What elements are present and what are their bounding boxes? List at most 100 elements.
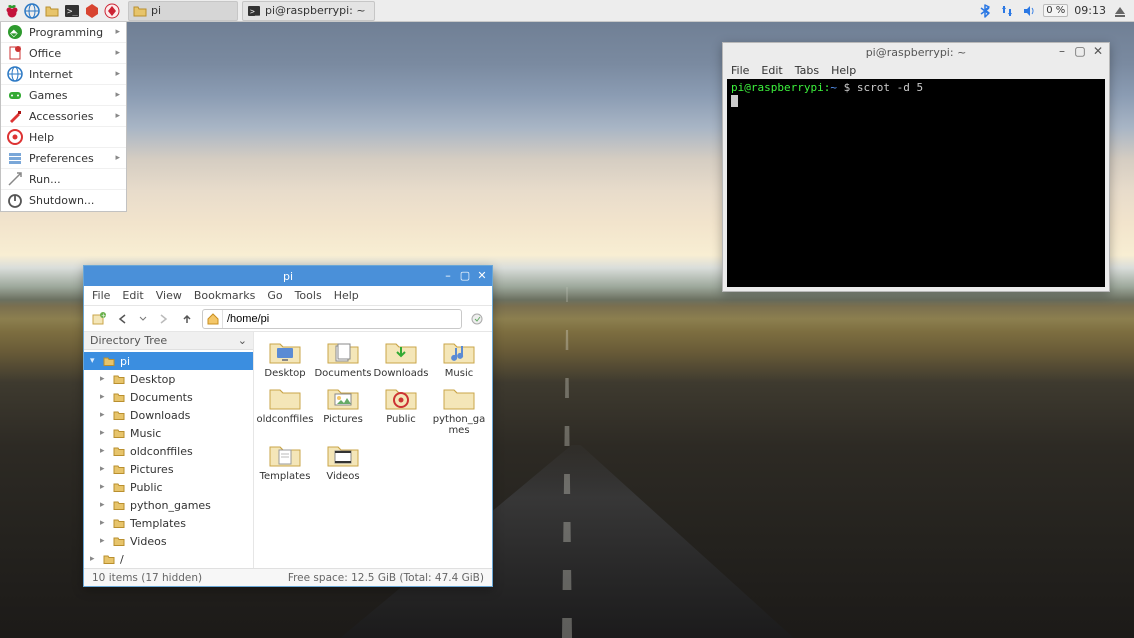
menu-item-office[interactable]: Office ▸ bbox=[1, 43, 126, 64]
folder-icon bbox=[112, 408, 126, 422]
folder-icon bbox=[112, 372, 126, 386]
folder-icon bbox=[441, 338, 477, 366]
expand-icon[interactable]: ▸ bbox=[100, 518, 108, 528]
menu-file[interactable]: File bbox=[731, 64, 749, 77]
tree-header[interactable]: Directory Tree ⌄ bbox=[84, 332, 253, 350]
menu-bookmarks[interactable]: Bookmarks bbox=[194, 289, 255, 302]
folder-pictures[interactable]: Pictures bbox=[314, 384, 372, 437]
menu-item-games[interactable]: Games ▸ bbox=[1, 85, 126, 106]
taskbar-item-terminal[interactable]: >_ pi@raspberrypi: ~ bbox=[242, 1, 375, 21]
maximize-button[interactable]: ▢ bbox=[458, 268, 472, 282]
top-panel: >_ pi >_ pi@raspberrypi: ~ 0 % 09:13 bbox=[0, 0, 1134, 22]
cpu-usage[interactable]: 0 % bbox=[1043, 4, 1068, 17]
expand-icon[interactable]: ▸ bbox=[100, 500, 108, 510]
raspberry-menu-icon[interactable] bbox=[3, 2, 21, 20]
tree-item-videos[interactable]: ▸Videos bbox=[84, 532, 253, 550]
menu-view[interactable]: View bbox=[156, 289, 182, 302]
home-button[interactable] bbox=[203, 310, 223, 328]
office-icon bbox=[7, 45, 23, 61]
expand-icon[interactable]: ▸ bbox=[90, 554, 98, 564]
terminal-window: pi@raspberrypi: ~ – ▢ ✕ File Edit Tabs Help… bbox=[722, 42, 1110, 292]
tree-item-music[interactable]: ▸Music bbox=[84, 424, 253, 442]
folder-documents[interactable]: Documents bbox=[314, 338, 372, 380]
terminal-icon: >_ bbox=[247, 4, 261, 18]
web-browser-icon[interactable] bbox=[23, 2, 41, 20]
clock[interactable]: 09:13 bbox=[1074, 4, 1106, 17]
terminal-output[interactable]: pi@raspberrypi:~ $ scrot -d 5 bbox=[727, 79, 1105, 287]
menu-help[interactable]: Help bbox=[334, 289, 359, 302]
tree-item-pi[interactable]: ▾pi bbox=[84, 352, 253, 370]
menu-edit[interactable]: Edit bbox=[761, 64, 782, 77]
expand-icon[interactable]: ▸ bbox=[100, 410, 108, 420]
folder-downloads[interactable]: Downloads bbox=[372, 338, 430, 380]
menu-item-preferences[interactable]: Preferences ▸ bbox=[1, 148, 126, 169]
folder-public[interactable]: Public bbox=[372, 384, 430, 437]
tree-item-downloads[interactable]: ▸Downloads bbox=[84, 406, 253, 424]
tree-item-documents[interactable]: ▸Documents bbox=[84, 388, 253, 406]
expand-icon[interactable]: ▸ bbox=[100, 428, 108, 438]
folder-music[interactable]: Music bbox=[430, 338, 488, 380]
close-button[interactable]: ✕ bbox=[475, 268, 489, 282]
menu-tabs[interactable]: Tabs bbox=[795, 64, 819, 77]
taskbar-item-filemanager[interactable]: pi bbox=[128, 1, 238, 21]
forward-button[interactable] bbox=[154, 310, 172, 328]
terminal-icon[interactable]: >_ bbox=[63, 2, 81, 20]
path-input[interactable] bbox=[223, 313, 461, 325]
menu-item-programming[interactable]: ⬘ Programming ▸ bbox=[1, 22, 126, 43]
mathematica-icon[interactable] bbox=[83, 2, 101, 20]
network-icon[interactable] bbox=[999, 3, 1015, 19]
menu-item-run[interactable]: Run... bbox=[1, 169, 126, 190]
menu-help[interactable]: Help bbox=[831, 64, 856, 77]
menu-item-shutdown[interactable]: Shutdown... bbox=[1, 190, 126, 211]
menu-go[interactable]: Go bbox=[267, 289, 282, 302]
close-button[interactable]: ✕ bbox=[1091, 44, 1105, 58]
minimize-button[interactable]: – bbox=[441, 268, 455, 282]
volume-icon[interactable] bbox=[1021, 3, 1037, 19]
menu-tools[interactable]: Tools bbox=[295, 289, 322, 302]
expand-icon[interactable]: ▸ bbox=[100, 464, 108, 474]
tree-item-desktop[interactable]: ▸Desktop bbox=[84, 370, 253, 388]
expand-icon[interactable]: ▸ bbox=[100, 374, 108, 384]
window-titlebar[interactable]: pi – ▢ ✕ bbox=[84, 266, 492, 286]
folder-desktop[interactable]: Desktop bbox=[256, 338, 314, 380]
folder-icon bbox=[102, 552, 116, 566]
menu-item-accessories[interactable]: Accessories ▸ bbox=[1, 106, 126, 127]
tree-item-public[interactable]: ▸Public bbox=[84, 478, 253, 496]
collapse-icon[interactable]: ▾ bbox=[90, 356, 98, 366]
tree-item-pictures[interactable]: ▸Pictures bbox=[84, 460, 253, 478]
window-titlebar[interactable]: pi@raspberrypi: ~ – ▢ ✕ bbox=[723, 43, 1109, 61]
eject-icon[interactable] bbox=[1112, 3, 1128, 19]
expand-icon[interactable]: ▸ bbox=[100, 446, 108, 456]
tree-item-oldconffiles[interactable]: ▸oldconffiles bbox=[84, 442, 253, 460]
menu-item-help[interactable]: Help bbox=[1, 127, 126, 148]
expand-icon[interactable]: ▸ bbox=[100, 482, 108, 492]
expand-icon[interactable]: ▸ bbox=[100, 536, 108, 546]
history-dropdown[interactable] bbox=[138, 310, 148, 328]
tree-item-python_games[interactable]: ▸python_games bbox=[84, 496, 253, 514]
chevron-down-icon: ⌄ bbox=[238, 334, 247, 347]
back-button[interactable] bbox=[114, 310, 132, 328]
folder-oldconffiles[interactable]: oldconffiles bbox=[256, 384, 314, 437]
bluetooth-icon[interactable] bbox=[977, 3, 993, 19]
taskbar-item-label: pi bbox=[151, 4, 161, 17]
folder-videos[interactable]: Videos bbox=[314, 441, 372, 483]
prefs-icon bbox=[7, 150, 23, 166]
menu-file[interactable]: File bbox=[92, 289, 110, 302]
tree-item-root[interactable]: ▸/ bbox=[84, 550, 253, 568]
folder-icon bbox=[325, 441, 361, 469]
go-button[interactable] bbox=[468, 310, 486, 328]
folder-templates[interactable]: Templates bbox=[256, 441, 314, 483]
folder-icon-view[interactable]: Desktop Documents Downloads Music oldcon… bbox=[254, 332, 492, 568]
minimize-button[interactable]: – bbox=[1055, 44, 1069, 58]
menu-item-internet[interactable]: Internet ▸ bbox=[1, 64, 126, 85]
maximize-button[interactable]: ▢ bbox=[1073, 44, 1087, 58]
folder-icon bbox=[112, 444, 126, 458]
up-button[interactable] bbox=[178, 310, 196, 328]
wolfram-icon[interactable] bbox=[103, 2, 121, 20]
menu-edit[interactable]: Edit bbox=[122, 289, 143, 302]
expand-icon[interactable]: ▸ bbox=[100, 392, 108, 402]
new-tab-button[interactable]: + bbox=[90, 310, 108, 328]
tree-item-templates[interactable]: ▸Templates bbox=[84, 514, 253, 532]
folder-python_games[interactable]: python_games bbox=[430, 384, 488, 437]
file-manager-icon[interactable] bbox=[43, 2, 61, 20]
